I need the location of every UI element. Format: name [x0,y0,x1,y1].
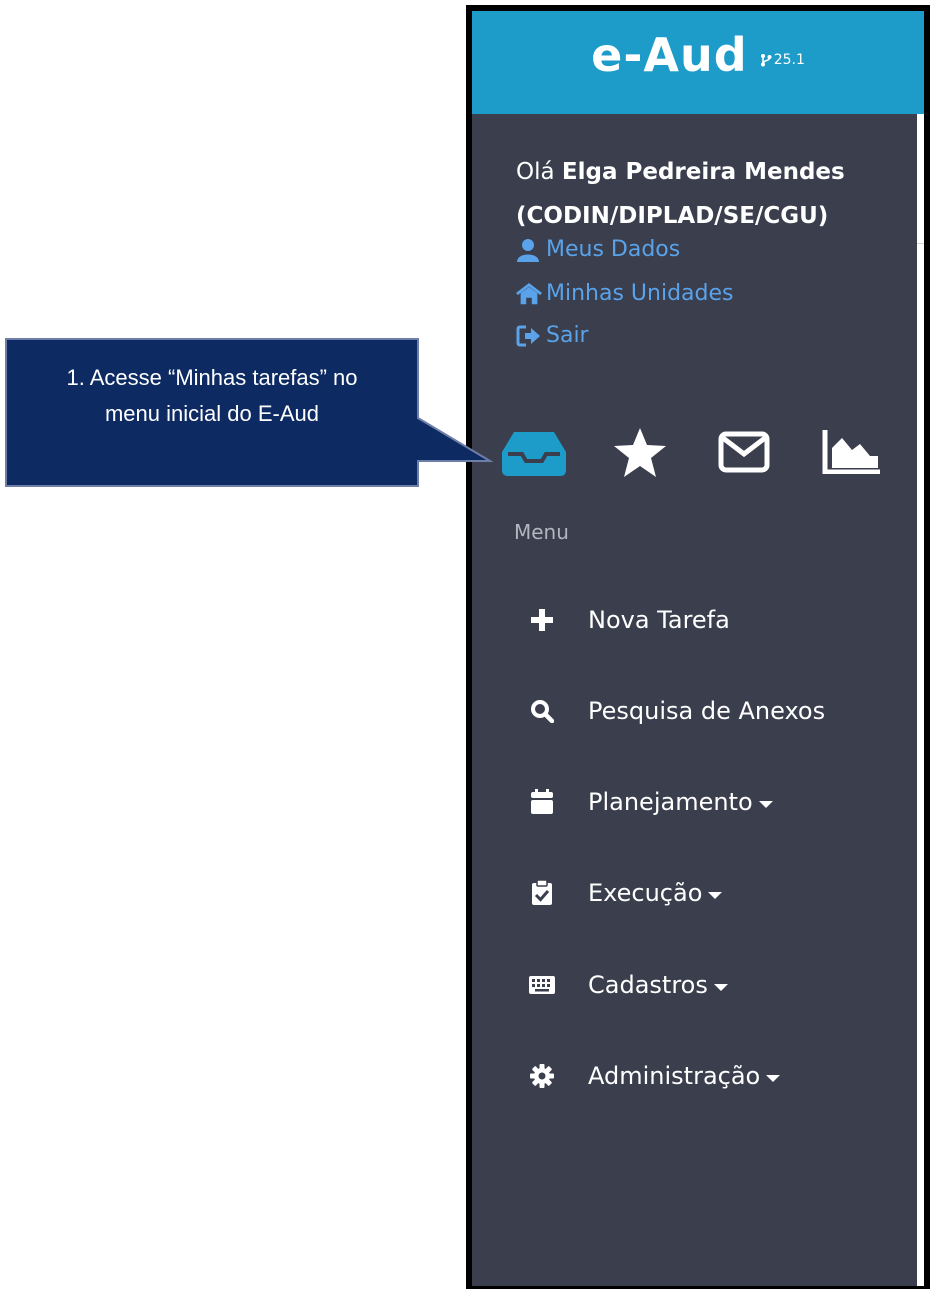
callout-box [5,338,494,487]
callout-line-2: menu inicial do E-Aud [104,401,319,426]
callout-text: 1. Acesse “Minhas tarefas” no menu inici… [6,360,418,440]
callout-line-1: 1. Acesse “Minhas tarefas” no [66,365,358,390]
